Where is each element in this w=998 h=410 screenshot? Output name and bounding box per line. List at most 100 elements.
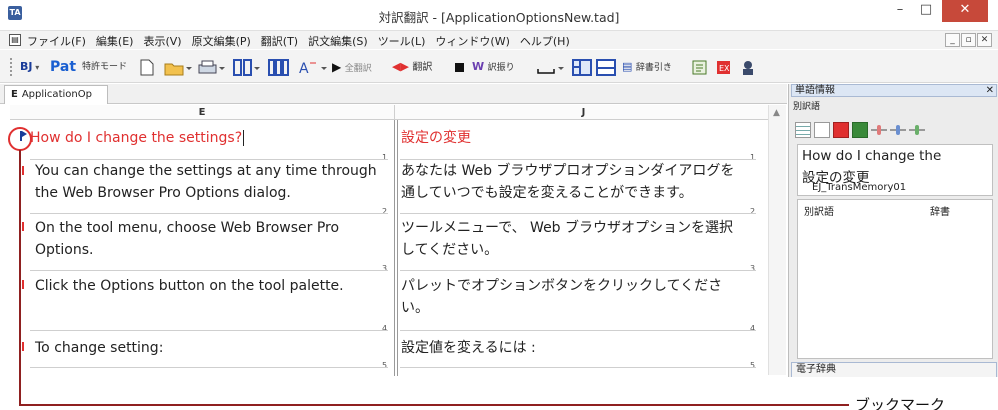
tab-document[interactable]: E ApplicationOp (4, 85, 108, 104)
list-icon[interactable] (795, 122, 811, 138)
user-tool-icon[interactable] (740, 58, 756, 76)
dictionary-lookup-button[interactable]: ▤ 辞書引き (622, 58, 672, 76)
menu-target-edit[interactable]: 訳文編集(S) (308, 33, 368, 49)
column-header-dict[interactable]: 辞書 (930, 203, 950, 218)
source-segment-5[interactable]: To change setting: (35, 337, 163, 359)
target-segment-2[interactable]: あなたは Web ブラウザプロオプションダイアログを 通していつでも設定を変えるこ… (401, 160, 734, 204)
alt-translation-heading: 別訳語 (793, 102, 821, 112)
close-button[interactable]: ✕ (942, 0, 988, 22)
menu-edit[interactable]: 編集(E) (96, 33, 134, 49)
segment-marker-icon (22, 342, 24, 351)
word-info-close-icon[interactable]: ✕ (986, 85, 994, 96)
bj-button[interactable]: BJ ▾ (20, 58, 39, 76)
green-slider-icon[interactable] (909, 125, 925, 135)
memory-name: EJ_TransMemory01 (812, 182, 907, 193)
translate-arrow-icon: ◀▶ (392, 60, 409, 73)
scroll-up-arrow-icon[interactable]: ▲ (773, 108, 780, 118)
segment-divider (30, 213, 388, 214)
source-segment-3[interactable]: On the tool menu, choose Web Browser Pro… (35, 217, 339, 261)
target-line: ツールメニューで、 Web ブラウザオプションを選択 (401, 220, 734, 236)
segment-divider (30, 367, 388, 368)
red-slider-icon[interactable] (871, 125, 887, 135)
column-header-english[interactable]: E (10, 105, 395, 120)
furigana-icon: W (472, 60, 485, 73)
blue-slider-icon[interactable] (890, 125, 906, 135)
split-pane-icon[interactable] (233, 58, 261, 76)
source-segment-2[interactable]: You can change the settings at any time … (35, 160, 377, 204)
layout-horizontal-icon[interactable] (596, 58, 616, 76)
toolbar-grip[interactable] (10, 58, 13, 76)
target-line: い。 (401, 300, 429, 316)
menu-translate[interactable]: 翻訳(T) (261, 33, 298, 49)
segment-marker-icon (22, 222, 24, 231)
target-segment-4[interactable]: パレットでオプションボタンをクリックしてくださ い。 (401, 275, 722, 319)
toolbar: BJ ▾ Pat 特許モード A ▶ 全翻訳 ◀▶ 翻訳 W 訳振り ▤ 辞書引… (0, 50, 998, 83)
callout-line (19, 150, 21, 406)
translate-button[interactable]: ◀▶ 翻訳 (392, 58, 432, 76)
target-segment-1[interactable]: 設定の変更 (401, 127, 471, 149)
stop-icon[interactable] (454, 58, 464, 76)
segment-number: 1 (750, 153, 756, 162)
word-info-pane: 単語情報 ✕ 別訳語 How do I change the 設定の変更 EJ_… (788, 84, 998, 377)
layout-vertical-icon[interactable] (572, 58, 592, 76)
columns-icon[interactable] (268, 58, 290, 76)
minimize-button[interactable]: – (887, 0, 913, 22)
segment-divider (400, 330, 756, 331)
menu-file[interactable]: ファイル(F) (27, 33, 86, 49)
target-line: パレットでオプションボタンをクリックしてくださ (401, 278, 723, 294)
column-header-alt[interactable]: 別訳語 (804, 203, 834, 218)
source-line: Options. (35, 242, 94, 258)
translate-all-button[interactable]: ▶ 全翻訳 (332, 58, 372, 76)
callout-line (19, 404, 849, 406)
register-icon[interactable] (852, 122, 868, 138)
dictionary-pane-header[interactable]: 電子辞典 (791, 362, 997, 377)
source-segment-1[interactable]: How do I change the settings? (30, 127, 245, 149)
memory-icon[interactable] (833, 122, 849, 138)
alt-translation-table[interactable]: 別訳語 辞書 (797, 199, 993, 359)
column-splitter[interactable] (394, 120, 398, 376)
zoom-icon[interactable] (814, 122, 830, 138)
open-folder-icon[interactable] (164, 58, 192, 76)
menu-window[interactable]: ウィンドウ(W) (435, 33, 509, 49)
menu-view[interactable]: 表示(V) (143, 33, 181, 49)
new-document-icon[interactable] (140, 58, 154, 76)
mdi-minimize-button[interactable]: _ (945, 33, 960, 47)
editor-scrollbar[interactable]: ▲ (768, 105, 786, 375)
segment-number: 1 (382, 153, 388, 162)
mdi-restore-button[interactable]: ▫ (961, 33, 976, 47)
tab-strip: E ApplicationOp (0, 84, 787, 104)
source-line: Click the Options button on the tool pal… (35, 278, 344, 294)
target-line: してください。 (401, 242, 499, 258)
pat-button[interactable]: Pat (50, 58, 76, 76)
space-icon[interactable] (536, 58, 566, 76)
target-segment-5[interactable]: 設定値を変えるには : (401, 337, 536, 359)
menu-help[interactable]: ヘルプ(H) (520, 33, 570, 49)
mdi-close-button[interactable]: ✕ (977, 33, 992, 47)
notes-icon[interactable] (692, 58, 708, 76)
translate-label: 翻訳 (412, 62, 433, 73)
furigana-button[interactable]: W 訳振り (472, 58, 515, 76)
print-icon[interactable] (198, 58, 226, 76)
target-line: 設定の変更 (401, 130, 471, 146)
export-icon[interactable]: EX (716, 58, 732, 76)
menu-tools[interactable]: ツール(L) (378, 33, 426, 49)
translation-memory-match[interactable]: How do I change the 設定の変更 EJ_TransMemory… (797, 144, 993, 196)
source-segment-4[interactable]: Click the Options button on the tool pal… (35, 275, 344, 297)
segment-number: 3 (382, 264, 388, 273)
source-line: You can change the settings at any time … (35, 163, 377, 179)
source-line: On the tool menu, choose Web Browser Pro (35, 220, 340, 236)
maximize-button[interactable]: □ (913, 0, 939, 22)
column-header-japanese[interactable]: J (399, 105, 768, 120)
document-icon[interactable]: ▤ (9, 34, 21, 46)
word-info-title: 単語情報 (795, 85, 835, 96)
mdi-controls: _ ▫ ✕ (945, 33, 992, 47)
menu-items: ファイル(F) 編集(E) 表示(V) 原文編集(P) 翻訳(T) 訳文編集(S… (27, 33, 570, 49)
target-segment-3[interactable]: ツールメニューで、 Web ブラウザオプションを選択 してください。 (401, 217, 733, 261)
segment-divider (30, 330, 388, 331)
segment-marker-icon (22, 166, 24, 175)
font-size-icon[interactable]: A (298, 58, 328, 76)
patent-mode-button[interactable]: 特許モード (82, 58, 127, 76)
menu-source-edit[interactable]: 原文編集(P) (192, 33, 251, 49)
segment-marker-icon (22, 280, 24, 289)
play-icon: ▶ (332, 60, 342, 74)
